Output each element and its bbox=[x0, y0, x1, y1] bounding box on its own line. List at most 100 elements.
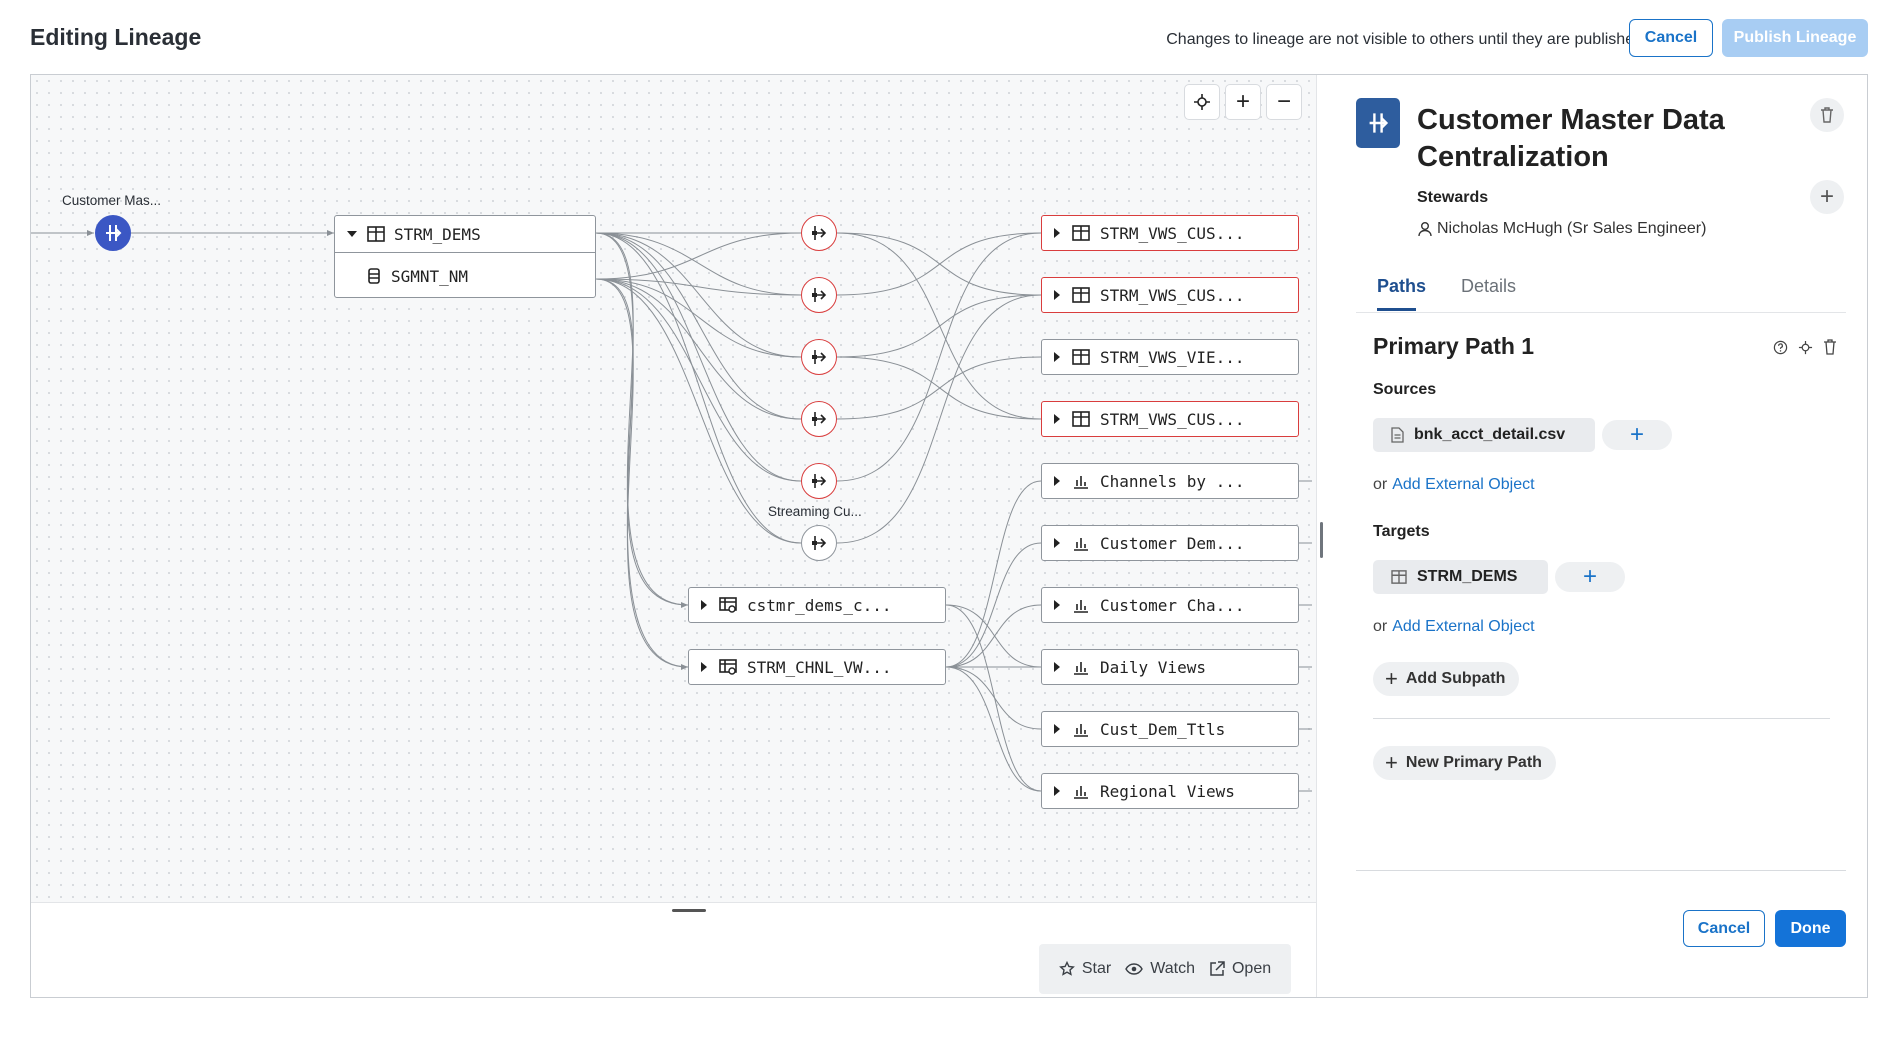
target-node[interactable]: Customer Cha... bbox=[1041, 587, 1299, 623]
crosshair-icon[interactable] bbox=[1798, 340, 1813, 355]
transform-node-label: Streaming Cu... bbox=[768, 504, 862, 519]
target-node-label: Customer Cha... bbox=[1100, 595, 1245, 615]
active-tab-indicator bbox=[1377, 308, 1416, 311]
add-external-object-link[interactable]: Add External Object bbox=[1392, 476, 1534, 493]
section-divider bbox=[1373, 718, 1830, 719]
group-node-strm-dems[interactable]: STRM_DEMS SGMNT_NM bbox=[334, 215, 596, 298]
tab-details[interactable]: Details bbox=[1461, 276, 1516, 297]
target-node-label: Regional Views bbox=[1100, 781, 1235, 801]
watch-button[interactable]: Watch bbox=[1125, 960, 1195, 978]
view-icon bbox=[719, 659, 737, 675]
group-child-label: SGMNT_NM bbox=[391, 266, 469, 286]
view-node-label: STRM_CHNL_VW... bbox=[747, 657, 892, 677]
transform-icon bbox=[812, 412, 827, 426]
target-node[interactable]: STRM_VWS_CUS... bbox=[1041, 215, 1299, 251]
caret-right-icon[interactable] bbox=[701, 662, 707, 672]
plus-icon: + bbox=[1819, 183, 1834, 210]
table-icon bbox=[367, 226, 385, 242]
target-node[interactable]: STRM_VWS_CUS... bbox=[1041, 401, 1299, 437]
group-node-header[interactable]: STRM_DEMS bbox=[335, 216, 595, 252]
view-node[interactable]: STRM_CHNL_VW... bbox=[688, 649, 946, 685]
trash-icon[interactable] bbox=[1823, 339, 1837, 355]
plus-icon: + bbox=[1582, 563, 1597, 590]
target-node[interactable]: Daily Views bbox=[1041, 649, 1299, 685]
view-node[interactable]: cstmr_dems_c... bbox=[688, 587, 946, 623]
targets-label: Targets bbox=[1373, 523, 1430, 540]
group-node-label: STRM_DEMS bbox=[394, 224, 481, 244]
object-actions-bar: Star Watch Open bbox=[1039, 944, 1291, 994]
chart-icon bbox=[1074, 662, 1088, 675]
tab-paths[interactable]: Paths bbox=[1377, 276, 1426, 297]
target-node[interactable]: Customer Dem... bbox=[1041, 525, 1299, 561]
zoom-out-button[interactable]: − bbox=[1266, 84, 1302, 120]
add-external-source: or Add External Object bbox=[1373, 476, 1535, 493]
tabs-divider bbox=[1356, 312, 1846, 313]
done-button[interactable]: Done bbox=[1775, 910, 1846, 947]
trash-icon bbox=[1821, 107, 1833, 123]
caret-right-icon[interactable] bbox=[1054, 290, 1060, 300]
zoom-in-button[interactable]: + bbox=[1225, 84, 1261, 120]
star-icon bbox=[1058, 961, 1075, 976]
transform-node[interactable] bbox=[801, 277, 837, 313]
add-steward-button[interactable]: + bbox=[1810, 180, 1844, 214]
steward-entry[interactable]: Nicholas McHugh (Sr Sales Engineer) bbox=[1417, 220, 1706, 238]
caret-right-icon[interactable] bbox=[1054, 414, 1060, 424]
table-icon bbox=[1072, 287, 1090, 303]
target-node-label: Customer Dem... bbox=[1100, 533, 1245, 553]
table-icon bbox=[1072, 411, 1090, 427]
delete-lineage-button[interactable] bbox=[1810, 98, 1844, 132]
target-chip[interactable]: STRM_DEMS bbox=[1373, 560, 1548, 594]
star-button[interactable]: Star bbox=[1058, 960, 1111, 978]
caret-right-icon[interactable] bbox=[1054, 352, 1060, 362]
transform-node[interactable] bbox=[801, 401, 837, 437]
column-icon bbox=[368, 268, 380, 284]
add-source-button[interactable]: + bbox=[1602, 420, 1672, 450]
plus-icon: + bbox=[1629, 421, 1644, 448]
help-icon[interactable] bbox=[1773, 340, 1788, 355]
target-node-label: Daily Views bbox=[1100, 657, 1206, 677]
add-target-button[interactable]: + bbox=[1555, 562, 1625, 592]
target-node[interactable]: Channels by ... bbox=[1041, 463, 1299, 499]
add-subpath-button[interactable]: + Add Subpath bbox=[1373, 662, 1520, 696]
caret-right-icon[interactable] bbox=[1054, 228, 1060, 238]
transform-node[interactable] bbox=[801, 463, 837, 499]
view-node-label: cstmr_dems_c... bbox=[747, 595, 892, 615]
transform-icon bbox=[812, 226, 827, 240]
root-node-label: Customer Mas... bbox=[62, 193, 162, 208]
sources-label: Sources bbox=[1373, 381, 1437, 398]
group-node-child[interactable]: SGMNT_NM bbox=[335, 258, 595, 294]
caret-right-icon[interactable] bbox=[1054, 662, 1060, 672]
file-icon bbox=[1391, 427, 1404, 443]
target-node[interactable]: STRM_VWS_VIE... bbox=[1041, 339, 1299, 375]
root-lineage-node[interactable] bbox=[95, 215, 131, 251]
chart-icon bbox=[1074, 786, 1088, 799]
transform-node[interactable] bbox=[801, 339, 837, 375]
panel-cancel-button[interactable]: Cancel bbox=[1683, 910, 1765, 947]
chart-icon bbox=[1074, 600, 1088, 613]
caret-right-icon[interactable] bbox=[1054, 538, 1060, 548]
caret-right-icon[interactable] bbox=[701, 600, 707, 610]
target-node-label: STRM_VWS_VIE... bbox=[1100, 347, 1245, 367]
target-node[interactable]: Regional Views bbox=[1041, 773, 1299, 809]
target-node-label: Channels by ... bbox=[1100, 471, 1245, 491]
caret-down-icon[interactable] bbox=[347, 231, 357, 237]
add-external-object-link[interactable]: Add External Object bbox=[1392, 618, 1534, 635]
table-icon bbox=[1391, 570, 1407, 584]
caret-right-icon[interactable] bbox=[1054, 476, 1060, 486]
target-node[interactable]: STRM_VWS_CUS... bbox=[1041, 277, 1299, 313]
new-primary-path-button[interactable]: + New Primary Path bbox=[1373, 746, 1556, 780]
plus-icon: + bbox=[1235, 88, 1250, 115]
table-icon bbox=[1072, 225, 1090, 241]
target-node[interactable]: Cust_Dem_Ttls bbox=[1041, 711, 1299, 747]
transform-node[interactable] bbox=[801, 215, 837, 251]
caret-right-icon[interactable] bbox=[1054, 786, 1060, 796]
source-chip[interactable]: bnk_acct_detail.csv bbox=[1373, 418, 1595, 452]
caret-right-icon[interactable] bbox=[1054, 724, 1060, 734]
fit-view-button[interactable] bbox=[1184, 84, 1220, 120]
caret-right-icon[interactable] bbox=[1054, 600, 1060, 610]
plus-icon: + bbox=[1385, 750, 1398, 775]
plus-icon: + bbox=[1385, 666, 1398, 691]
transform-node[interactable] bbox=[801, 525, 837, 561]
open-button[interactable]: Open bbox=[1209, 960, 1271, 978]
crosshair-icon bbox=[1194, 94, 1210, 110]
